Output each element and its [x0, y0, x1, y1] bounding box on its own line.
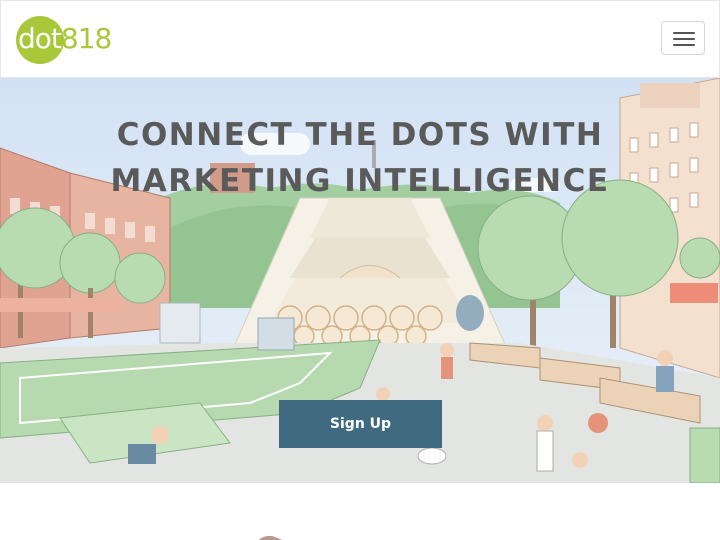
page: dot818 CONNECT THE DOTS WITH MARKETING I… — [0, 0, 720, 540]
content-section — [0, 483, 720, 540]
hero-title: CONNECT THE DOTS WITH MARKETING INTELLIG… — [110, 117, 610, 199]
hamburger-bar-icon — [673, 38, 695, 40]
navbar: dot818 — [0, 0, 720, 78]
logo-number: 818 — [60, 22, 112, 55]
logo-prefix: dot — [18, 22, 62, 55]
hamburger-bar-icon — [673, 44, 695, 46]
section-illustration — [258, 535, 283, 540]
hamburger-bar-icon — [673, 32, 695, 34]
dot818-logo[interactable]: dot818 — [16, 16, 116, 64]
sign-up-button[interactable]: Sign Up — [279, 400, 442, 448]
hero-section: CONNECT THE DOTS WITH MARKETING INTELLIG… — [0, 78, 720, 483]
logo-text: dot818 — [18, 22, 112, 55]
hamburger-menu-button[interactable] — [661, 21, 705, 55]
